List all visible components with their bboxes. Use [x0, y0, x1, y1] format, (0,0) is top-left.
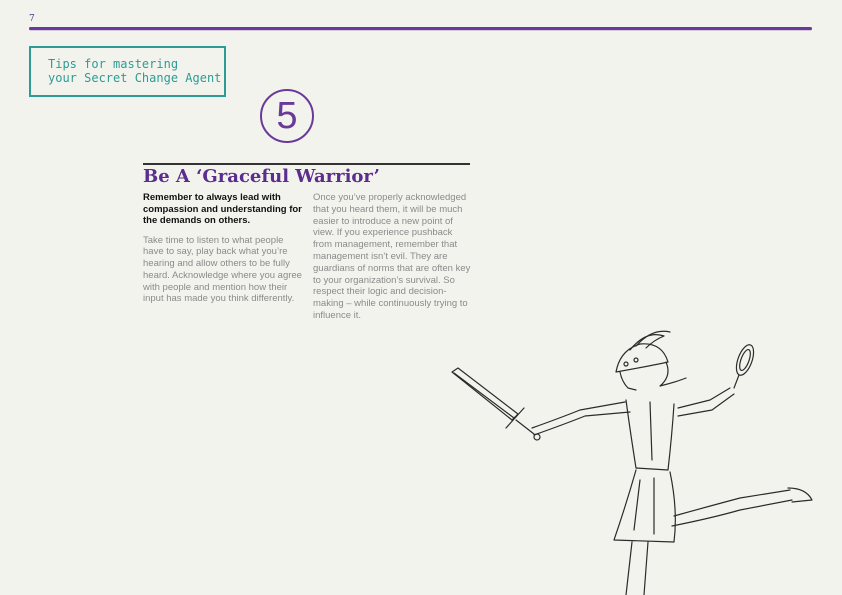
hand-mirror-icon — [733, 344, 755, 389]
top-divider — [29, 27, 812, 30]
tips-box-line2: your Secret Change Agent — [48, 71, 222, 85]
left-column: Remember to always lead with compassion … — [143, 192, 305, 305]
graceful-warrior-illustration — [451, 330, 813, 595]
right-column: Once you’ve properly acknowledged that y… — [313, 192, 473, 322]
step-number-badge: 5 — [260, 89, 314, 143]
page-number: 7 — [29, 14, 35, 24]
sword-icon — [451, 367, 541, 441]
tips-box: Tips for mastering your Secret Change Ag… — [29, 46, 226, 97]
title-divider — [143, 163, 470, 165]
lead-paragraph: Remember to always lead with compassion … — [143, 192, 302, 226]
section-title: Be A ‘Graceful Warrior’ — [143, 166, 380, 187]
winged-helmet-icon — [615, 330, 671, 373]
right-body-paragraph: Once you’ve properly acknowledged that y… — [313, 192, 471, 321]
left-body-paragraph: Take time to listen to what people have … — [143, 234, 302, 305]
tips-box-line1: Tips for mastering — [48, 57, 179, 71]
